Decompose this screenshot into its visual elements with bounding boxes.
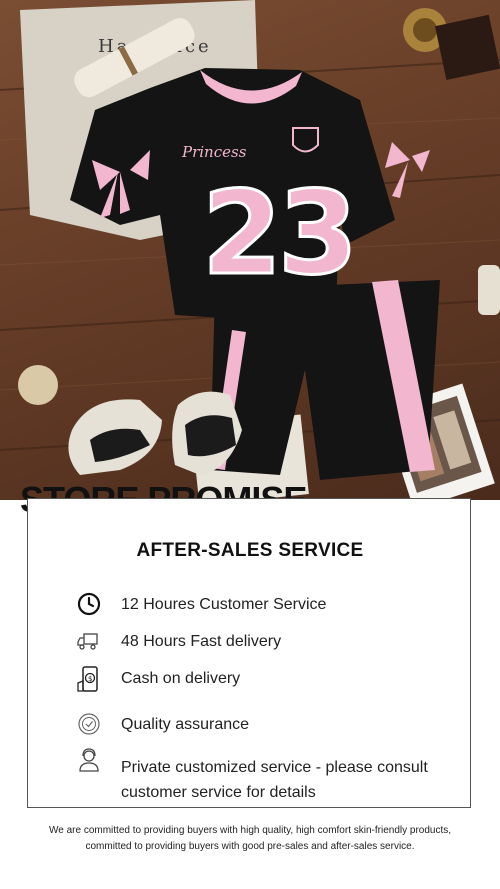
service-item-label: Cash on delivery <box>121 670 241 687</box>
shirt-number: 23 <box>202 167 354 301</box>
service-item-label: 12 Houres Customer Service <box>121 596 327 613</box>
footer-note: We are committed to providing buyers wit… <box>0 823 500 855</box>
product-photo: Ha a nice <box>0 0 500 500</box>
customer-service-agent-icon <box>76 747 102 773</box>
service-item-label: Quality assurance <box>121 716 250 733</box>
service-item-label: 48 Hours Fast delivery <box>121 633 282 650</box>
phone-payment-icon: $ <box>76 665 102 695</box>
delivery-truck-icon <box>76 628 102 654</box>
service-item-label-line1: Private customized service - please cons… <box>121 759 428 776</box>
shirt-script-text: Princess <box>181 143 247 161</box>
service-item-label-line2: customer service for details <box>121 784 316 801</box>
clock-icon <box>76 591 102 617</box>
footer-line-2: committed to providing buyers with good … <box>85 841 415 852</box>
after-sales-card: AFTER-SALES SERVICE 12 Houres Customer S… <box>27 498 471 808</box>
footer-line-1: We are committed to providing buyers wit… <box>48 825 452 836</box>
quality-badge-icon <box>76 711 102 737</box>
svg-text:$: $ <box>88 675 92 683</box>
after-sales-heading: AFTER-SALES SERVICE <box>136 540 364 561</box>
